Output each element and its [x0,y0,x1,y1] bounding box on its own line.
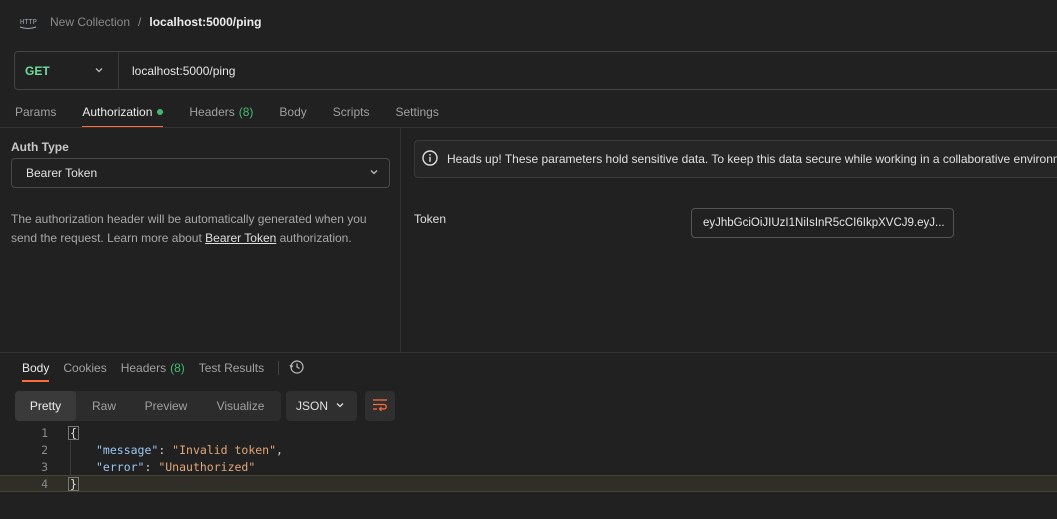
tab-headers[interactable]: Headers (8) [189,96,253,128]
tab-label: Params [15,105,57,119]
tab-separator [278,361,280,375]
response-divider [0,352,1057,353]
auth-type-select[interactable]: Bearer Token [11,158,390,188]
auth-type-value: Bearer Token [26,166,98,180]
format-value: JSON [296,399,329,413]
view-mode-toggle: Pretty Raw Preview Visualize [15,391,281,421]
wrap-lines-button[interactable] [365,391,395,421]
url-bar: GET localhost:5000/ping [14,51,1057,90]
response-tab-test-results[interactable]: Test Results [199,354,264,382]
tab-label: Body [279,105,307,119]
tab-body[interactable]: Body [279,96,306,128]
alert-text: Heads up! These parameters hold sensitiv… [447,152,1057,166]
chevron-down-icon [369,166,379,180]
token-input[interactable]: eyJhbGciOiJIUzI1NiIsInR5cCI6IkpXVCJ9.eyJ… [691,208,954,238]
tab-label: Body [22,361,50,375]
format-select[interactable]: JSON [286,391,357,421]
wrap-lines-icon [372,398,388,415]
chevron-down-icon [335,399,345,413]
tab-scripts[interactable]: Scripts [333,96,370,128]
tab-label: Scripts [332,105,370,119]
active-dot-icon [157,109,164,115]
indent-guide [70,441,71,475]
tab-label: Cookies [63,361,107,375]
breadcrumb-separator: / [138,15,142,29]
response-tab-cookies[interactable]: Cookies [63,354,106,382]
view-preview[interactable]: Preview [132,391,200,421]
auth-type-panel: Auth Type Bearer Token The authorization… [0,128,401,352]
json-key: "message" [96,442,159,457]
breadcrumb: HTTP New Collection / localhost:5000/pin… [18,10,261,34]
svg-text:HTTP: HTTP [20,18,37,26]
response-body-viewer[interactable]: 1 { 2 "message": "Invalid token", 3 "err… [0,424,1057,492]
tab-params[interactable]: Params [15,96,56,128]
request-tabs: Params Authorization Headers (8) Body Scr… [15,96,465,128]
auth-desc-text-end: authorization. [276,231,352,245]
tab-label: Headers [189,105,235,119]
tab-settings[interactable]: Settings [395,96,438,128]
code-line: 2 "message": "Invalid token", [0,441,1057,458]
sensitive-data-alert: Heads up! These parameters hold sensitiv… [414,140,1057,178]
tab-label: Test Results [198,361,265,375]
method-select[interactable]: GET [15,52,119,89]
close-brace: } [68,476,79,491]
view-raw[interactable]: Raw [76,391,132,421]
tab-label: Settings [395,105,439,119]
line-number: 1 [41,425,48,440]
method-label: GET [25,63,50,78]
line-number: 4 [41,476,48,491]
breadcrumb-current[interactable]: localhost:5000/ping [149,15,261,29]
auth-params-panel: Heads up! These parameters hold sensitiv… [402,128,1057,352]
auth-description: The authorization header will be automat… [11,210,391,248]
json-value: "Unauthorized" [158,459,256,474]
tab-label: Headers [120,361,167,375]
response-tab-headers[interactable]: Headers (8) [121,354,185,382]
tab-count: (8) [170,361,185,375]
history-icon[interactable] [289,359,305,378]
tab-count: (8) [238,105,254,119]
url-input[interactable]: localhost:5000/ping [119,64,235,78]
token-label: Token [414,212,447,226]
view-pretty[interactable]: Pretty [15,391,76,421]
code-line: 3 "error": "Unauthorized" [0,458,1057,475]
line-number: 2 [41,442,48,457]
tab-authorization[interactable]: Authorization [82,96,164,128]
json-key: "error" [96,459,145,474]
http-icon: HTTP [18,12,38,32]
chevron-down-icon [94,64,104,78]
auth-type-label: Auth Type [11,140,69,154]
view-visualize[interactable]: Visualize [200,391,281,421]
line-number: 3 [41,459,48,474]
response-tab-body[interactable]: Body [22,354,50,382]
json-value: "Invalid token" [172,442,277,457]
open-brace: { [68,425,79,440]
breadcrumb-collection[interactable]: New Collection [50,15,130,29]
bearer-token-link[interactable]: Bearer Token [205,231,276,245]
code-line: 1 { [0,424,1057,441]
tab-label: Authorization [82,105,153,119]
info-icon [421,149,439,170]
response-tabs: Body Cookies Headers (8) Test Results [22,354,305,382]
code-line-current: 4 } [0,475,1057,492]
